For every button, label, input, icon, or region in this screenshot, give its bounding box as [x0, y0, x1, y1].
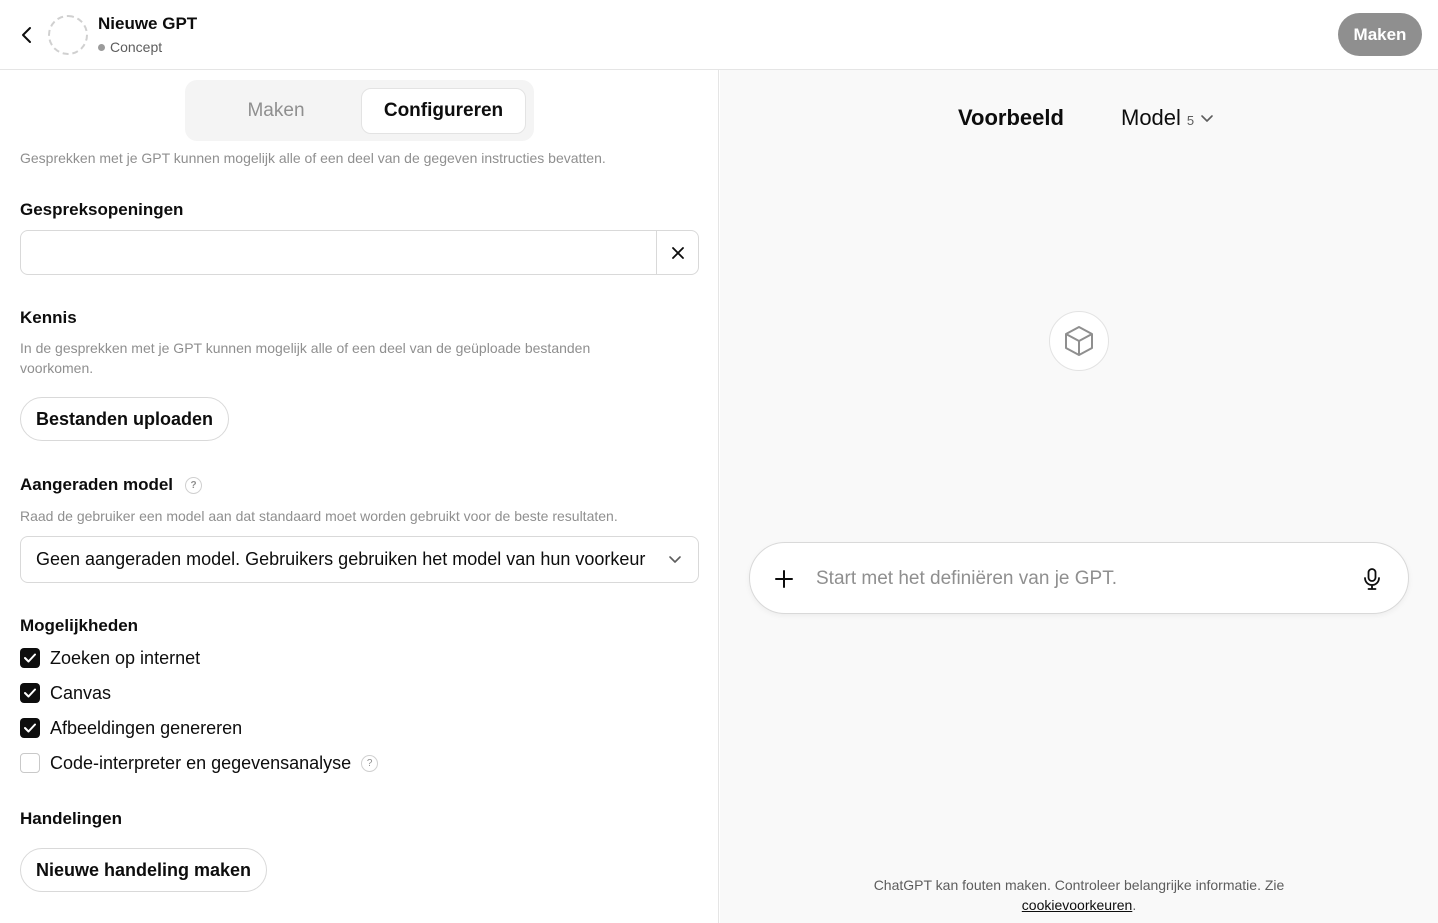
- tab-make[interactable]: Maken: [193, 88, 359, 134]
- chat-composer: [749, 542, 1409, 614]
- preview-panel: Voorbeeld Model 5 ChatGPT kan fouten mak…: [720, 70, 1438, 923]
- top-bar: Nieuwe GPT Concept Maken: [0, 0, 1438, 70]
- model-version: 5: [1186, 113, 1195, 128]
- create-button[interactable]: Maken: [1338, 13, 1422, 56]
- disclaimer-text: ChatGPT kan fouten maken. Controleer bel…: [873, 877, 1285, 893]
- capability-label: Afbeeldingen genereren: [50, 717, 243, 738]
- message-input[interactable]: [816, 561, 1346, 597]
- image-generation-checkbox[interactable]: [20, 718, 40, 738]
- plus-icon: [775, 570, 793, 588]
- gpt-title: Nieuwe GPT: [98, 14, 198, 33]
- chevron-left-icon: [22, 27, 31, 43]
- model-label: Model: [1121, 105, 1181, 130]
- actions-title: Handelingen: [20, 809, 123, 828]
- chevron-down-icon: [669, 556, 681, 563]
- clear-starter-button[interactable]: [656, 231, 698, 274]
- status-label: Concept: [110, 39, 163, 55]
- microphone-icon: [1364, 568, 1380, 590]
- preview-title: Voorbeeld: [958, 105, 1064, 130]
- chevron-down-icon: [1201, 115, 1213, 122]
- capability-canvas: Canvas: [20, 681, 111, 705]
- knowledge-hint: In de gesprekken met je GPT kunnen mogel…: [20, 340, 591, 376]
- recommended-model-value: Geen aangeraden model. Gebruikers gebrui…: [36, 549, 646, 569]
- checkmark-icon: [24, 653, 36, 663]
- gpt-placeholder-avatar: [1049, 311, 1109, 371]
- recommended-model-hint: Raad de gebruiker een model aan dat stan…: [20, 508, 618, 524]
- recommended-model-title: Aangeraden model: [20, 475, 174, 494]
- help-icon[interactable]: ?: [185, 476, 203, 494]
- new-action-button[interactable]: Nieuwe handeling maken: [20, 848, 268, 892]
- instructions-hint: Gesprekken met je GPT kunnen mogelijk al…: [20, 150, 606, 166]
- capabilities-title: Mogelijkheden: [20, 616, 139, 635]
- microphone-button[interactable]: [1358, 565, 1386, 593]
- capability-label: Code-interpreter en gegevensanalyse: [50, 752, 352, 773]
- disclaimer-footer: ChatGPT kan fouten maken. Controleer bel…: [720, 875, 1438, 915]
- model-selector[interactable]: Model 5: [1121, 105, 1214, 131]
- code-interpreter-checkbox[interactable]: [20, 753, 40, 773]
- recommended-model-heading: Aangeraden model ?: [20, 475, 203, 495]
- disclaimer-end: .: [1132, 897, 1137, 913]
- status-indicator: Concept: [98, 39, 162, 55]
- back-button[interactable]: [14, 22, 40, 48]
- web-search-checkbox[interactable]: [20, 648, 40, 668]
- checkmark-icon: [24, 688, 36, 698]
- close-icon: [671, 246, 684, 259]
- recommended-model-select[interactable]: Geen aangeraden model. Gebruikers gebrui…: [20, 536, 699, 583]
- canvas-checkbox[interactable]: [20, 683, 40, 703]
- status-dot-icon: [98, 43, 105, 51]
- conversation-starter-field: [20, 230, 699, 275]
- configure-panel: Maken Configureren Gesprekken met je GPT…: [0, 70, 719, 923]
- capability-label: Canvas: [50, 682, 112, 703]
- mode-tabs: Maken Configureren: [185, 80, 534, 141]
- gpt-avatar-placeholder[interactable]: [48, 15, 88, 55]
- cookie-preferences-link[interactable]: cookievoorkeuren: [1022, 897, 1133, 913]
- capability-image-generation: Afbeeldingen genereren: [20, 716, 242, 740]
- attach-button[interactable]: [770, 565, 798, 593]
- capability-code-interpreter: Code-interpreter en gegevensanalyse ?: [20, 751, 379, 775]
- knowledge-title: Kennis: [20, 308, 77, 327]
- capability-web-search: Zoeken op internet: [20, 646, 200, 670]
- cube-icon: [1065, 326, 1093, 356]
- conversation-starter-input[interactable]: [21, 231, 657, 274]
- help-icon[interactable]: ?: [361, 754, 379, 772]
- tab-configure[interactable]: Configureren: [361, 88, 526, 134]
- upload-files-button[interactable]: Bestanden uploaden: [20, 397, 230, 441]
- capability-label: Zoeken op internet: [50, 647, 201, 668]
- conversation-starters-title: Gespreksopeningen: [20, 200, 184, 219]
- checkmark-icon: [24, 723, 36, 733]
